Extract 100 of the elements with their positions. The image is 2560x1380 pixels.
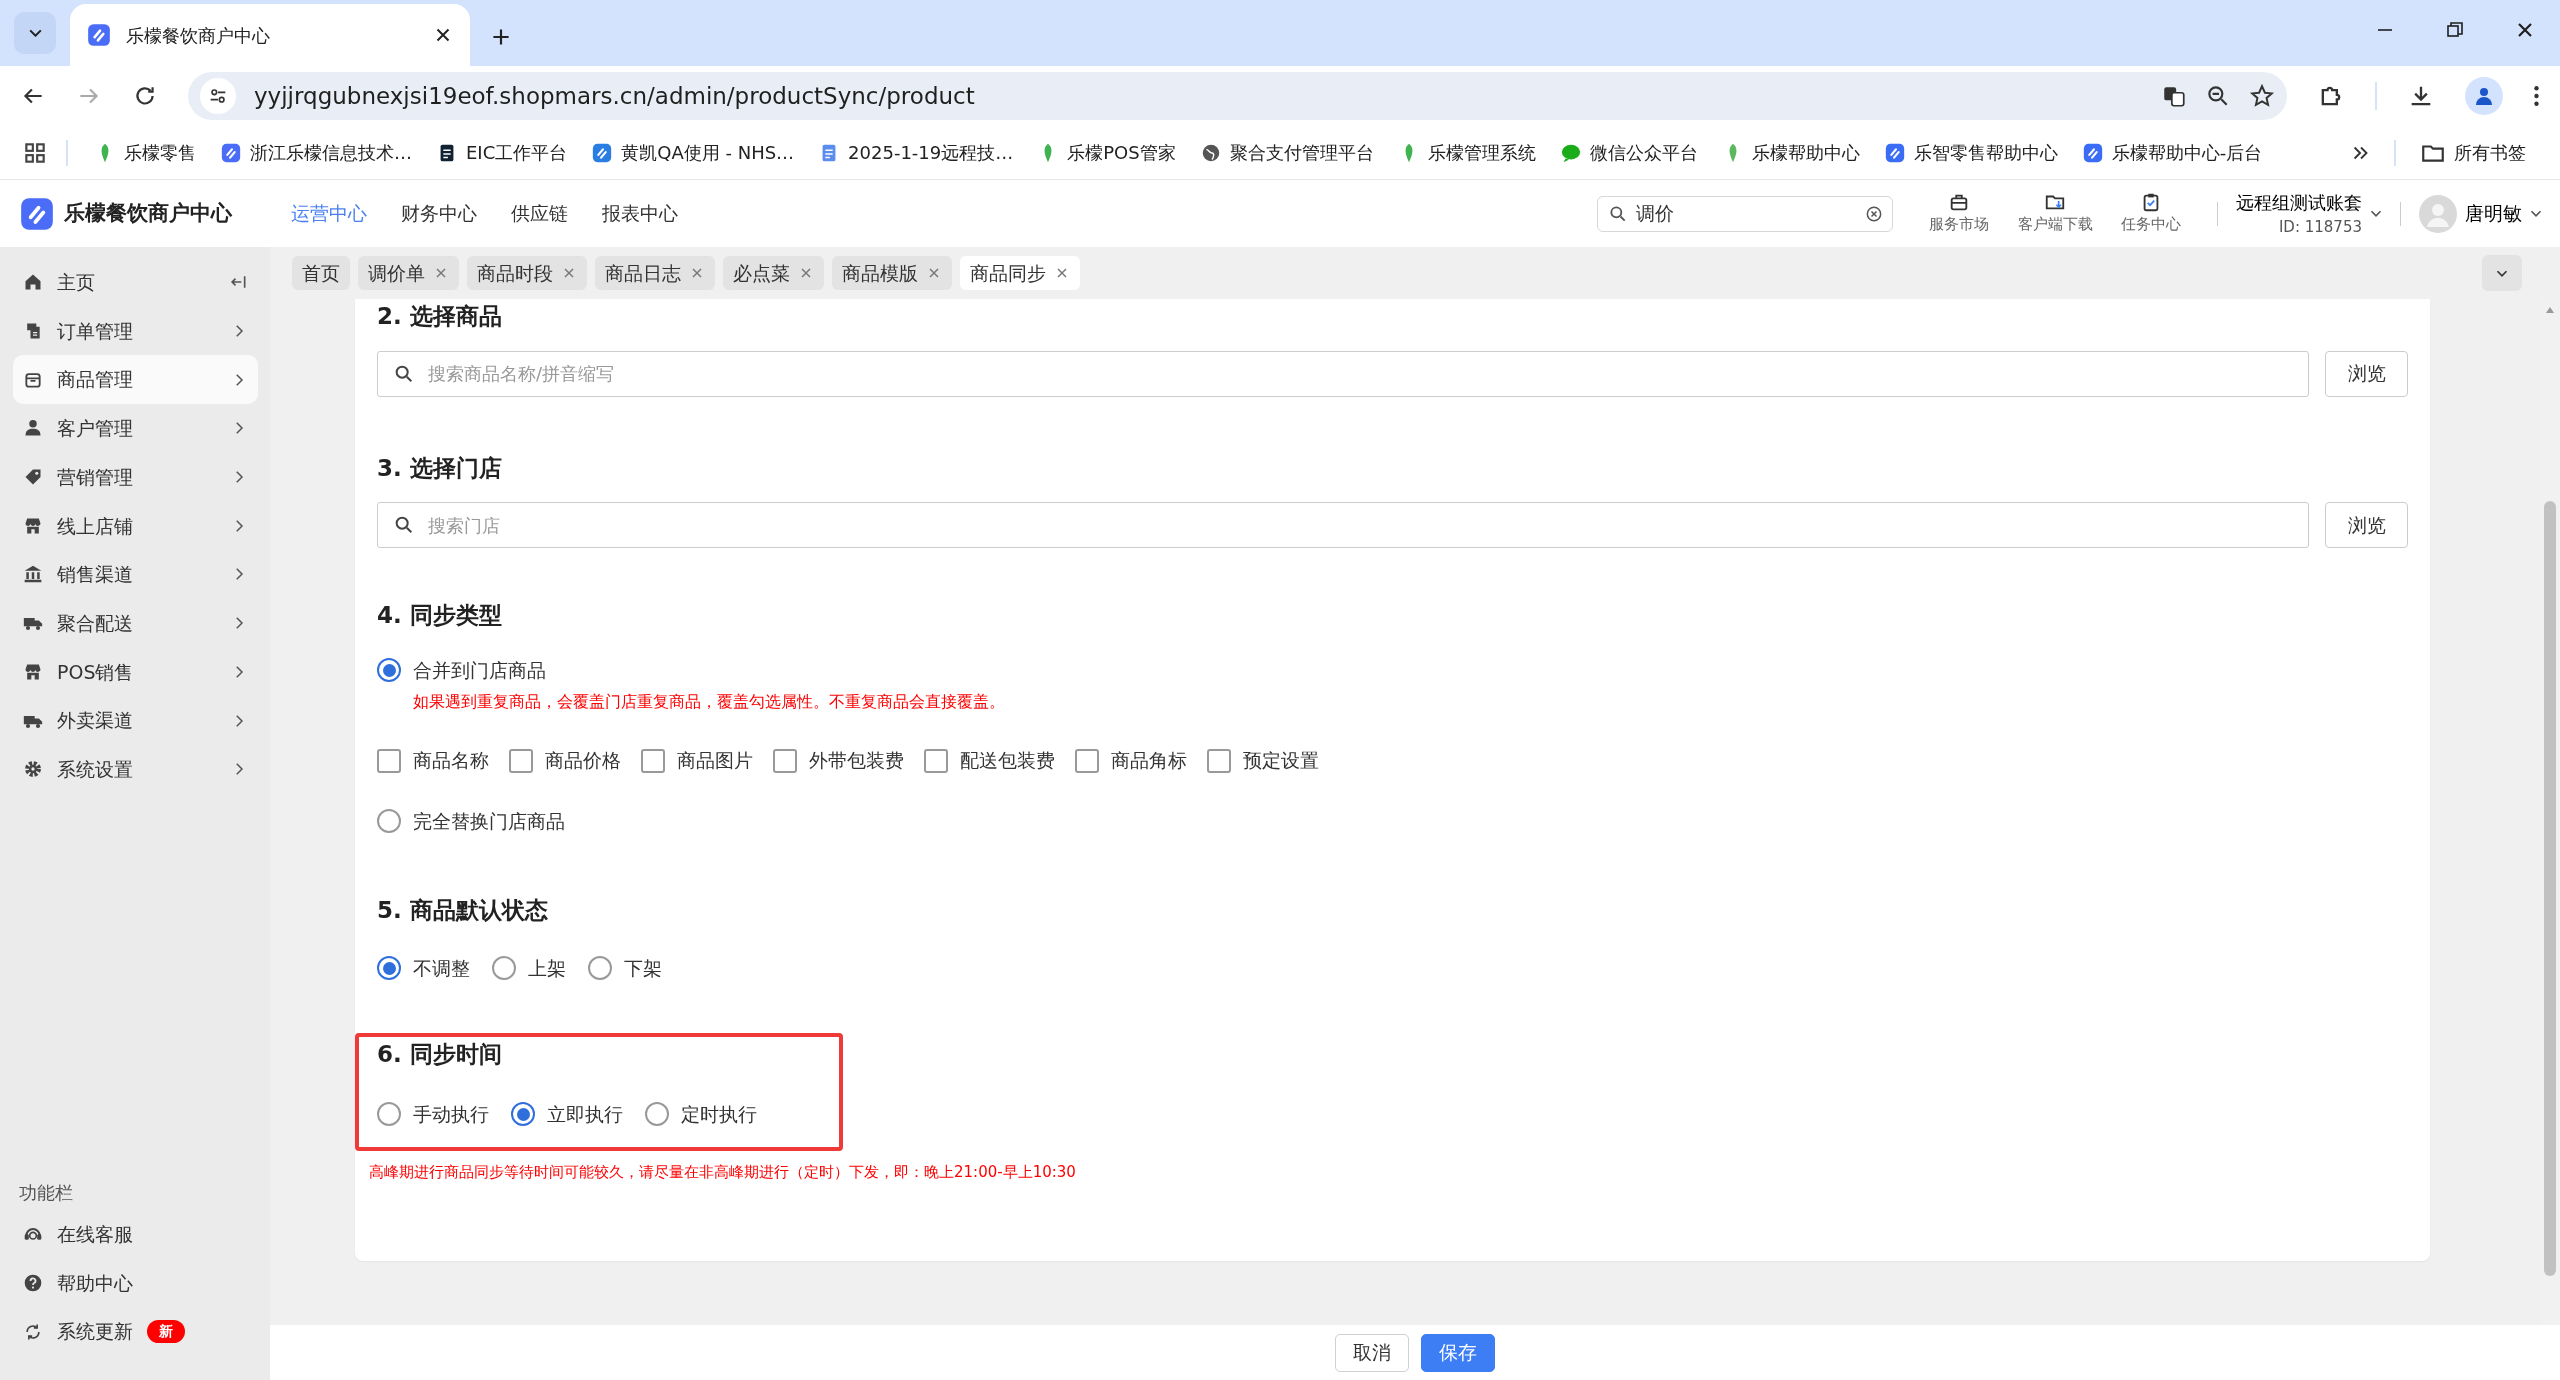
section-label: 功能栏 <box>18 1180 74 1205</box>
sidebar-item[interactable]: 客户管理 <box>13 404 258 453</box>
account-switcher[interactable]: 远程组测试账套 ID: 118753 <box>2236 188 2382 239</box>
bookmark[interactable]: EIC工作平台 <box>424 135 580 170</box>
bookmark[interactable]: 乐智零售帮助中心 <box>1871 135 2070 170</box>
page-tab[interactable]: 调价单 <box>358 256 459 290</box>
bookmark[interactable]: 乐檬帮助中心 <box>1709 135 1872 170</box>
bookmark[interactable]: 微信公众平台 <box>1547 135 1710 170</box>
checkbox-option[interactable]: 商品角标 <box>1075 746 1187 775</box>
header-tool[interactable]: 任务中心 <box>2103 190 2199 237</box>
nav-link[interactable]: 财务中心 <box>384 199 494 228</box>
bookmark[interactable]: 2025-1-19远程技… <box>806 135 1026 170</box>
favicon-icon <box>220 141 242 164</box>
search-field[interactable]: 搜索门店 <box>377 502 2309 549</box>
sidebar-item[interactable]: 聚合配送 <box>13 598 258 648</box>
chevron-down-icon <box>2496 269 2508 277</box>
radio-option[interactable]: 下架 <box>588 954 662 983</box>
browser-menu-button[interactable] <box>2533 85 2540 107</box>
bookmark[interactable]: 乐檬帮助中心-后台 <box>2069 135 2275 170</box>
sidebar-item[interactable]: 订单管理 <box>13 306 258 356</box>
browse-button[interactable]: 浏览 <box>2325 350 2408 397</box>
checkbox-option[interactable]: 商品价格 <box>509 746 621 775</box>
account-name: 远程组测试账套 <box>2236 190 2362 215</box>
browser-tab[interactable]: 乐檬餐饮商户中心 <box>70 4 470 66</box>
page-tab[interactable]: 商品日志 <box>595 256 715 290</box>
checkbox-option[interactable]: 商品图片 <box>641 746 753 775</box>
address-bar[interactable]: yyjjrqgubnexjsi19eof.shopmars.cn/admin/productSync/product <box>188 72 2287 120</box>
save-button[interactable]: 保存 <box>1421 1333 1495 1372</box>
avatar <box>2419 194 2457 233</box>
favicon-icon <box>591 141 614 164</box>
nav-link[interactable]: 供应链 <box>494 199 585 228</box>
sidebar-item[interactable]: 销售渠道 <box>13 550 258 599</box>
person-icon <box>23 418 43 439</box>
radio-option[interactable]: 上架 <box>492 954 566 983</box>
chevron-down-icon <box>27 29 43 37</box>
header-tool[interactable]: 客户端下载 <box>2007 190 2103 237</box>
sidebar-item[interactable]: POS销售 <box>13 647 258 697</box>
header-tool[interactable]: 服务市场 <box>1911 190 2007 237</box>
sidebar-item[interactable]: 系统设置 <box>13 744 258 794</box>
radio-option[interactable]: 立即执行 <box>511 1100 623 1129</box>
bookmark[interactable]: 黄凯QA使用 - NHS… <box>579 135 807 170</box>
scroll-thumb[interactable] <box>2544 501 2556 1276</box>
search-field[interactable]: 调价 <box>1597 195 1893 232</box>
section-title: 2. 选择商品 <box>377 303 503 331</box>
new-badge: 新 <box>147 1320 185 1344</box>
bookmark[interactable]: 乐檬零售 <box>82 135 208 170</box>
radio-option[interactable]: 完全替换门店商品 <box>377 806 565 836</box>
warning-note: 如果遇到重复商品，会覆盖门店重复商品，覆盖勾选属性。不重复商品会直接覆盖。 <box>413 691 1006 714</box>
menu-icon <box>2533 85 2540 107</box>
checkbox-option[interactable]: 商品名称 <box>377 746 489 775</box>
favicon-icon <box>86 22 112 48</box>
sidebar-item[interactable]: 商品管理 <box>13 355 258 405</box>
section-title: 4. 同步类型 <box>377 602 503 630</box>
radio-option[interactable]: 手动执行 <box>377 1100 489 1129</box>
bookmark[interactable]: 乐檬POS管家 <box>1025 135 1188 170</box>
sidebar-item[interactable]: 主页 <box>13 258 258 307</box>
radio-option[interactable]: 定时执行 <box>645 1100 757 1129</box>
sidebar-item[interactable]: 系统更新 新 <box>13 1307 258 1356</box>
nav-link[interactable]: 报表中心 <box>585 199 695 228</box>
favicon-icon <box>1883 141 1906 164</box>
star-icon <box>2249 83 2275 109</box>
checkbox-option[interactable]: 外带包装费 <box>773 746 904 775</box>
sidebar-item[interactable]: 营销管理 <box>13 452 258 502</box>
nav-link[interactable]: 运营中心 <box>274 199 384 228</box>
bank-icon <box>23 564 43 585</box>
radio-option[interactable]: 合并到门店商品 <box>377 655 546 685</box>
page-tab[interactable]: 必点菜 <box>723 256 824 290</box>
tab-title: 乐檬餐饮商户中心 <box>126 23 271 48</box>
sidebar-item[interactable]: 在线客服 <box>13 1209 258 1259</box>
section-title: 5. 商品默认状态 <box>377 896 549 925</box>
profile-button[interactable] <box>2465 77 2503 115</box>
radio-option[interactable]: 不调整 <box>377 954 470 983</box>
sidebar-item[interactable]: 帮助中心 <box>13 1258 258 1308</box>
checkbox-option[interactable]: 预定设置 <box>1207 746 1319 775</box>
cancel-button[interactable]: 取消 <box>1335 1333 1409 1372</box>
sidebar-item[interactable]: 外卖渠道 <box>13 696 258 745</box>
address-bar-action[interactable] <box>2249 83 2275 109</box>
account-id: ID: 118753 <box>2278 216 2362 238</box>
page-tab[interactable]: 商品同步 <box>960 256 1080 290</box>
brand-name: 乐檬餐饮商户中心 <box>64 199 232 227</box>
page-tab[interactable]: 商品模版 <box>832 256 952 290</box>
minimize-icon <box>2377 28 2393 32</box>
search-field[interactable]: 搜索商品名称/拼音缩写 <box>377 350 2309 397</box>
chevron-down-icon <box>2530 210 2542 217</box>
search-icon <box>1608 203 1628 224</box>
sidebar-item[interactable]: 线上店铺 <box>13 501 258 551</box>
bookmark[interactable]: 浙江乐檬信息技术… <box>208 135 424 170</box>
user-menu[interactable]: 唐明敏 <box>2419 194 2542 233</box>
page-tab[interactable]: 首页 <box>292 256 350 290</box>
bookmark[interactable]: 聚合支付管理平台 <box>1187 135 1386 170</box>
browse-button[interactable]: 浏览 <box>2325 502 2408 549</box>
chevron-down-icon <box>2370 210 2382 217</box>
all-bookmarks-button[interactable]: 所有书签 <box>2408 135 2538 170</box>
bookmark[interactable]: 乐檬管理系统 <box>1385 135 1548 170</box>
favicon-icon <box>2081 141 2104 164</box>
page-tab[interactable]: 商品时段 <box>467 256 587 290</box>
url-text: yyjjrqgubnexjsi19eof.shopmars.cn/admin/productSync/product <box>254 81 976 111</box>
section-title: 6. 同步时间 <box>377 1040 503 1069</box>
checkbox-option[interactable]: 配送包装费 <box>924 746 1055 775</box>
settings-icon <box>23 759 43 780</box>
